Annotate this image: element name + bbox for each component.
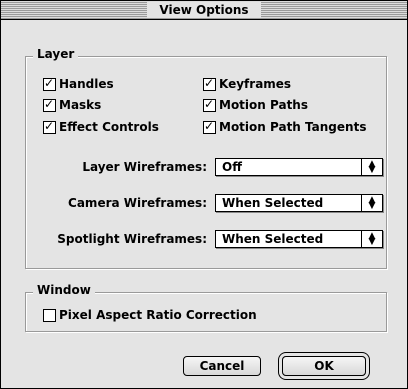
window-group-title: Window [33, 283, 95, 297]
masks-label: Masks [59, 98, 102, 112]
motion-path-tangents-checkbox[interactable]: Motion Path Tangents [203, 118, 367, 135]
keyframes-checkbox[interactable]: Keyframes [203, 75, 292, 92]
handles-label: Handles [59, 77, 114, 91]
motion-paths-check-box[interactable] [203, 96, 216, 112]
effect-controls-label: Effect Controls [59, 120, 159, 134]
popup-arrows-icon: ▲ ▼ [361, 231, 382, 247]
masks-checkbox[interactable]: Masks [43, 96, 102, 113]
pixel-aspect-label: Pixel Aspect Ratio Correction [59, 308, 257, 322]
camera-wireframes-row: Camera Wireframes: [1, 194, 207, 212]
cancel-button[interactable]: Cancel [183, 356, 261, 376]
layer-wireframes-value: Off [222, 160, 242, 174]
layer-wireframes-label: Layer Wireframes: [82, 160, 207, 174]
effect-controls-checkbox[interactable]: Effect Controls [43, 118, 159, 135]
spotlight-wireframes-value: When Selected [222, 232, 324, 246]
spotlight-wireframes-row: Spotlight Wireframes: [1, 230, 207, 248]
handles-checkbox[interactable]: Handles [43, 75, 114, 92]
masks-check-box[interactable] [43, 96, 56, 112]
effect-controls-check-box[interactable] [43, 118, 56, 134]
pixel-aspect-check-box[interactable] [43, 308, 56, 322]
layer-wireframes-row: Layer Wireframes: [1, 158, 207, 176]
keyframes-check-box[interactable] [203, 75, 216, 91]
motion-path-tangents-label: Motion Path Tangents [219, 120, 367, 134]
popup-arrows-icon: ▲ ▼ [361, 195, 382, 211]
handles-check-box[interactable] [43, 75, 56, 91]
view-options-dialog: View Options Layer Handles Keyframes Mas… [0, 0, 408, 389]
title-bar[interactable]: View Options [1, 1, 407, 20]
motion-paths-checkbox[interactable]: Motion Paths [203, 96, 308, 113]
pixel-aspect-checkbox[interactable]: Pixel Aspect Ratio Correction [43, 307, 257, 323]
popup-arrows-icon: ▲ ▼ [361, 159, 382, 175]
dialog-title: View Options [147, 2, 261, 18]
layer-group-title: Layer [33, 47, 79, 61]
camera-wireframes-popup[interactable]: When Selected ▲ ▼ [215, 194, 383, 212]
camera-wireframes-value: When Selected [222, 196, 324, 210]
spotlight-wireframes-popup[interactable]: When Selected ▲ ▼ [215, 230, 383, 248]
keyframes-label: Keyframes [219, 77, 292, 91]
camera-wireframes-label: Camera Wireframes: [68, 196, 207, 210]
motion-paths-label: Motion Paths [219, 98, 308, 112]
spotlight-wireframes-label: Spotlight Wireframes: [57, 232, 207, 246]
motion-path-tangents-check-box[interactable] [203, 118, 216, 134]
ok-button[interactable]: OK [282, 356, 366, 376]
layer-wireframes-popup[interactable]: Off ▲ ▼ [215, 158, 383, 176]
